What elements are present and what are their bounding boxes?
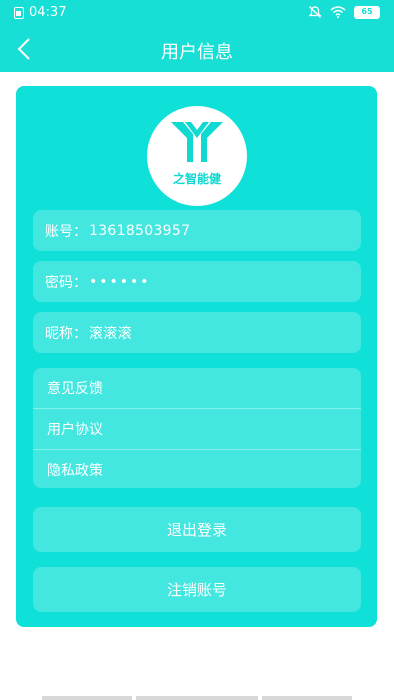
nickname-label: 昵称：	[45, 325, 87, 342]
logo-mark-icon	[171, 122, 223, 162]
sim-icon	[14, 6, 24, 19]
password-field[interactable]: 密码： ••••••	[33, 261, 361, 302]
menu-item-feedback[interactable]: 意见反馈	[33, 368, 361, 408]
tab-indicator	[42, 696, 132, 700]
status-right: 65	[308, 5, 380, 19]
user-info-card: 之智能健 账号： 13618503957 密码： •••••• 昵称： 滚滚滚 …	[16, 86, 377, 627]
status-time: 04:37	[29, 5, 67, 20]
menu-item-privacy[interactable]: 隐私政策	[33, 450, 361, 488]
account-field: 账号： 13618503957	[33, 210, 361, 251]
bottom-tab-indicators	[42, 696, 352, 700]
delete-account-button[interactable]: 注销账号	[33, 567, 361, 612]
nickname-value: 滚滚滚	[89, 325, 132, 342]
tab-indicator	[136, 696, 258, 700]
password-label: 密码：	[45, 274, 87, 291]
settings-menu: 意见反馈 用户协议 隐私政策	[33, 368, 361, 488]
nickname-field[interactable]: 昵称： 滚滚滚	[33, 312, 361, 353]
logout-button[interactable]: 退出登录	[33, 507, 361, 552]
account-label: 账号：	[45, 223, 87, 240]
tab-indicator	[262, 696, 352, 700]
logo-text: 之智能健	[172, 172, 221, 186]
status-left: 04:37	[14, 5, 66, 20]
status-bar: 04:37 65	[0, 0, 394, 26]
account-value: 13618503957	[89, 222, 191, 239]
mute-icon	[308, 6, 322, 18]
battery-icon: 65	[354, 5, 380, 19]
page-title: 用户信息	[161, 42, 233, 63]
app-logo: 之智能健	[147, 106, 247, 206]
nav-bar: 用户信息	[0, 26, 394, 72]
password-value: ••••••	[89, 273, 151, 290]
menu-item-agreement[interactable]: 用户协议	[33, 409, 361, 449]
wifi-icon	[330, 6, 346, 18]
